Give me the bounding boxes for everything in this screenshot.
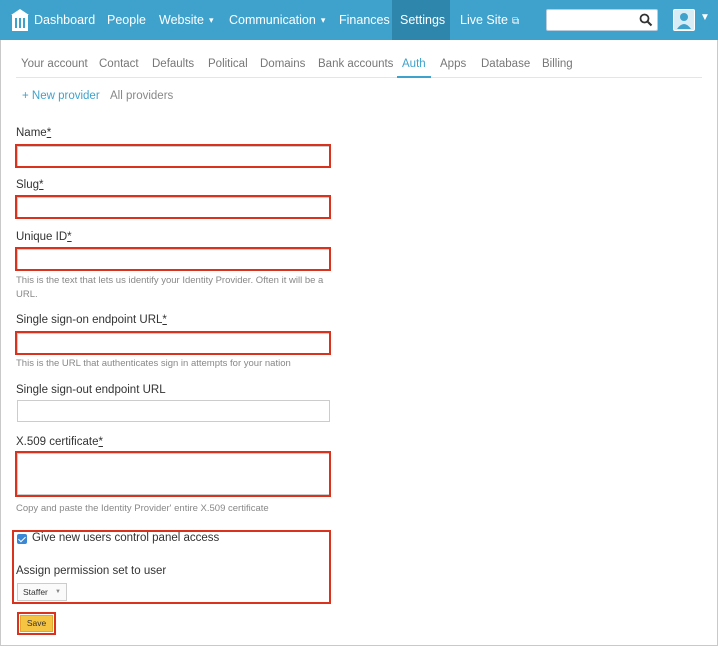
unique-id-label-text: Unique ID	[16, 231, 68, 243]
search-box[interactable]	[546, 9, 658, 31]
user-menu-chevron-icon[interactable]: ▼	[700, 12, 710, 23]
certificate-label: X.509 certificate*	[16, 436, 103, 448]
highlight-box	[15, 247, 331, 271]
chevron-down-icon: ▾	[208, 15, 214, 25]
settings-tabs: Your account Contact Defaults Political …	[16, 48, 702, 78]
highlight-box	[12, 530, 331, 604]
top-nav-bar: Dashboard People Website ▾ Communication ▾…	[0, 0, 718, 40]
required-marker: *	[98, 436, 103, 448]
search-input[interactable]	[547, 10, 637, 30]
name-label: Name*	[16, 127, 51, 139]
slo-url-label: Single sign-out endpoint URL	[16, 384, 166, 396]
nav-live-site-label: Live Site	[460, 13, 508, 27]
sso-url-label-text: Single sign-on endpoint URL	[16, 314, 163, 326]
highlight-box	[15, 451, 331, 497]
tab-contact[interactable]: Contact	[94, 48, 144, 78]
tab-defaults[interactable]: Defaults	[147, 48, 199, 78]
nav-website-label: Website	[159, 13, 204, 27]
nav-settings[interactable]: Settings	[392, 0, 450, 40]
new-provider-link[interactable]: + New provider	[22, 90, 100, 102]
slo-url-input[interactable]	[17, 400, 330, 422]
sso-url-hint: This is the URL that authenticates sign …	[16, 358, 291, 369]
nav-settings-label: Settings	[400, 13, 446, 27]
chevron-down-icon: ▾	[320, 15, 326, 25]
user-avatar[interactable]	[673, 9, 695, 31]
tab-apps[interactable]: Apps	[435, 48, 471, 78]
tab-political[interactable]: Political	[203, 48, 253, 78]
external-link-icon: ⧉	[511, 16, 520, 27]
tab-bank-accounts[interactable]: Bank accounts	[313, 48, 398, 78]
all-providers-link[interactable]: All providers	[110, 90, 173, 102]
required-marker: *	[39, 179, 44, 191]
tab-auth[interactable]: Auth	[397, 48, 431, 78]
slug-label: Slug*	[16, 179, 44, 191]
nav-communication-label: Communication	[229, 13, 316, 27]
highlight-box	[15, 331, 331, 355]
highlight-box	[17, 612, 56, 635]
name-label-text: Name	[16, 127, 47, 139]
nav-finances-label: Finances	[339, 13, 390, 27]
slug-label-text: Slug	[16, 179, 40, 191]
nav-people-label: People	[107, 13, 146, 27]
nav-dashboard[interactable]: Dashboard	[27, 0, 102, 40]
nav-communication[interactable]: Communication ▾	[222, 0, 332, 40]
nav-finances[interactable]: Finances	[332, 0, 397, 40]
nav-live-site[interactable]: Live Site ⧉	[453, 0, 526, 40]
required-marker: *	[46, 127, 52, 139]
tab-your-account[interactable]: Your account	[16, 48, 93, 78]
nav-website[interactable]: Website ▾	[152, 0, 220, 40]
sso-url-label: Single sign-on endpoint URL*	[16, 314, 167, 326]
search-icon[interactable]	[639, 13, 653, 27]
tab-domains[interactable]: Domains	[255, 48, 310, 78]
required-marker: *	[162, 314, 167, 326]
highlight-box	[15, 144, 331, 168]
tab-billing[interactable]: Billing	[537, 48, 578, 78]
required-marker: *	[67, 231, 72, 243]
unique-id-label: Unique ID*	[16, 231, 72, 243]
nav-dashboard-label: Dashboard	[34, 13, 96, 27]
highlight-box	[15, 195, 331, 219]
tab-database[interactable]: Database	[476, 48, 535, 78]
nav-people[interactable]: People	[100, 0, 153, 40]
user-icon	[677, 13, 691, 29]
certificate-label-text: X.509 certificate	[16, 436, 99, 448]
unique-id-hint: This is the text that lets us identify y…	[16, 275, 324, 300]
certificate-hint: Copy and paste the Identity Provider' en…	[16, 503, 269, 514]
